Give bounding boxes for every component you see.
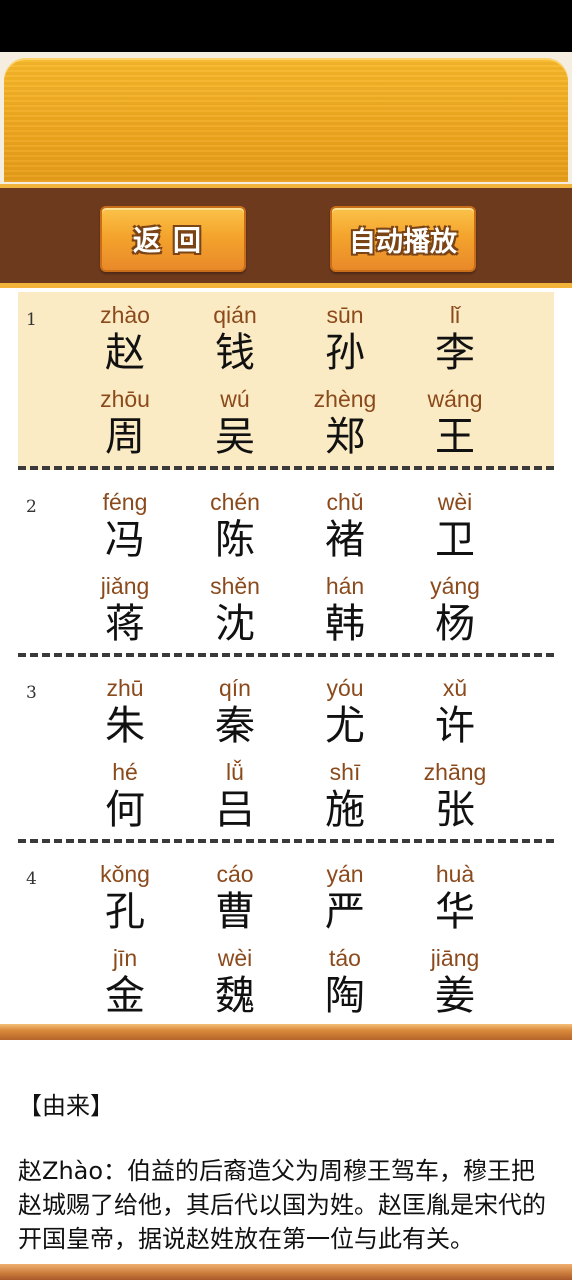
surname-pinyin: shī (329, 759, 361, 785)
surname-pinyin: yán (326, 861, 364, 887)
surname-pinyin: cáo (216, 861, 254, 887)
surname-character[interactable]: 朱 (70, 703, 180, 749)
surname-character[interactable]: 张 (400, 787, 510, 833)
surname-group[interactable]: 1 zhào 赵 qián 钱 sūn 孙 lǐ 李 zhōu 周 wú 吴 zhèng 郑 wáng 王 (18, 292, 554, 470)
surname-pinyin: wèi (217, 945, 253, 971)
surname-pinyin: qín (219, 675, 251, 701)
surname-character[interactable]: 魏 (180, 973, 290, 1019)
surname-pinyin: chǔ (326, 489, 364, 515)
origin-text: 赵Zhào：伯益的后裔造父为周穆王驾车，穆王把赵城赐了给他，其后代以国为姓。赵匡… (18, 1157, 546, 1253)
surname-pinyin: kǒng (100, 861, 150, 887)
surname-list[interactable]: 1 zhào 赵 qián 钱 sūn 孙 lǐ 李 zhōu 周 wú 吴 zhèng 郑 wáng 王 2 fé… (0, 288, 572, 1024)
panel-divider (0, 1024, 572, 1040)
surname-character[interactable]: 孔 (70, 889, 180, 935)
surname-pinyin: féng (102, 489, 148, 515)
header-banner (0, 52, 572, 184)
toolbar: 返回 自动播放 (0, 184, 572, 288)
group-number: 3 (26, 683, 37, 703)
surname-pinyin: xǔ (442, 675, 468, 701)
surname-character[interactable]: 何 (70, 787, 180, 833)
surname-pinyin: zhōu (100, 386, 150, 412)
surname-character[interactable]: 许 (400, 703, 510, 749)
surname-character[interactable]: 吕 (180, 787, 290, 833)
surname-character[interactable]: 金 (70, 973, 180, 1019)
surname-pinyin: wú (220, 386, 250, 412)
surname-character[interactable]: 冯 (70, 517, 180, 563)
surname-pinyin: zhèng (313, 386, 377, 412)
surname-pinyin: yóu (326, 675, 364, 701)
surname-character[interactable]: 施 (290, 787, 400, 833)
surname-character[interactable]: 孙 (290, 330, 400, 376)
surname-pinyin: wáng (427, 386, 483, 412)
surname-pinyin: jiǎng (100, 573, 150, 599)
surname-pinyin: chén (210, 489, 260, 515)
status-bar (0, 0, 572, 52)
surname-character[interactable]: 蒋 (70, 601, 180, 647)
surname-character[interactable]: 褚 (290, 517, 400, 563)
surname-character[interactable]: 李 (400, 330, 510, 376)
surname-pinyin: lǐ (449, 302, 461, 328)
surname-group[interactable]: 4 kǒng 孔 cáo 曹 yán 严 huà 华 jīn 金 wèi 魏 táo 陶 jiāng 姜 (18, 851, 554, 1024)
surname-character[interactable]: 王 (400, 414, 510, 460)
surname-group[interactable]: 2 féng 冯 chén 陈 chǔ 褚 wèi 卫 jiǎng 蒋 shěn 沈 hán 韩 yáng 杨 (18, 479, 554, 657)
autoplay-button[interactable]: 自动播放 (330, 206, 476, 272)
surname-character[interactable]: 卫 (400, 517, 510, 563)
surname-character[interactable]: 韩 (290, 601, 400, 647)
surname-pinyin: wèi (437, 489, 473, 515)
surname-pinyin: zhào (100, 302, 150, 328)
surname-group[interactable]: 3 zhū 朱 qín 秦 yóu 尤 xǔ 许 hé 何 lǚ 吕 shī 施 zhāng 张 (18, 665, 554, 843)
surname-pinyin: hé (112, 759, 138, 785)
surname-character[interactable]: 吴 (180, 414, 290, 460)
surname-character[interactable]: 尤 (290, 703, 400, 749)
surname-pinyin: jiāng (430, 945, 480, 971)
surname-character[interactable]: 陶 (290, 973, 400, 1019)
surname-pinyin: qián (213, 302, 257, 328)
surname-character[interactable]: 赵 (70, 330, 180, 376)
surname-pinyin: sūn (326, 302, 364, 328)
surname-character[interactable]: 曹 (180, 889, 290, 935)
surname-pinyin: jīn (112, 945, 138, 971)
group-number: 1 (26, 310, 37, 330)
surname-character[interactable]: 钱 (180, 330, 290, 376)
surname-pinyin: shěn (210, 573, 260, 599)
surname-pinyin: zhū (106, 675, 144, 701)
surname-pinyin: lǚ (226, 759, 244, 785)
surname-pinyin: yáng (430, 573, 480, 599)
surname-character[interactable]: 姜 (400, 973, 510, 1019)
surname-pinyin: zhāng (423, 759, 487, 785)
surname-pinyin: huà (435, 861, 475, 887)
surname-pinyin: hán (325, 573, 365, 599)
surname-character[interactable]: 沈 (180, 601, 290, 647)
surname-character[interactable]: 严 (290, 889, 400, 935)
surname-character[interactable]: 陈 (180, 517, 290, 563)
header-banner-panel (4, 58, 568, 182)
group-number: 4 (26, 869, 37, 889)
surname-character[interactable]: 周 (70, 414, 180, 460)
surname-character[interactable]: 华 (400, 889, 510, 935)
group-number: 2 (26, 497, 37, 517)
bottom-bar (0, 1264, 572, 1280)
origin-panel: 【由来】 赵Zhào：伯益的后裔造父为周穆王驾车，穆王把赵城赐了给他，其后代以国… (0, 1040, 572, 1264)
surname-character[interactable]: 秦 (180, 703, 290, 749)
back-button[interactable]: 返回 (100, 206, 246, 272)
origin-title: 【由来】 (18, 1092, 114, 1120)
surname-pinyin: táo (329, 945, 361, 971)
surname-character[interactable]: 杨 (400, 601, 510, 647)
surname-character[interactable]: 郑 (290, 414, 400, 460)
